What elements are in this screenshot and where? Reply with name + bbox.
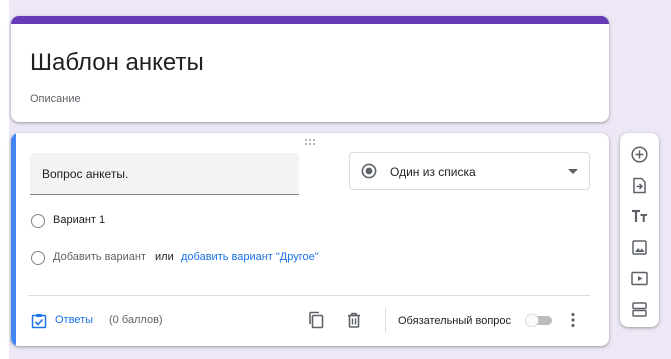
add-option-radio-icon <box>31 251 45 265</box>
points-label: (0 баллов) <box>109 314 163 326</box>
add-image-icon[interactable] <box>630 238 649 257</box>
radio-button-checked-icon <box>361 163 377 179</box>
footer-separator <box>385 308 386 333</box>
question-title-field[interactable]: Вопрос анкеты. <box>30 153 299 195</box>
add-section-icon[interactable] <box>630 300 649 319</box>
question-title-text: Вопрос анкеты. <box>42 167 129 181</box>
add-video-icon[interactable] <box>630 269 649 288</box>
dropdown-caret-icon <box>568 169 578 174</box>
form-title[interactable]: Шаблон анкеты <box>30 48 204 78</box>
question-type-dropdown[interactable]: Один из списка <box>349 152 590 190</box>
option-label[interactable]: Вариант 1 <box>53 214 105 226</box>
question-card[interactable]: Вопрос анкеты. Один из списка Вариант 1 … <box>11 133 609 346</box>
required-toggle[interactable] <box>524 313 554 327</box>
add-option-button[interactable]: Добавить вариант <box>53 251 146 263</box>
duplicate-icon[interactable] <box>307 311 325 329</box>
more-options-icon[interactable] <box>567 311 579 329</box>
option-radio-icon <box>31 214 45 228</box>
answer-key-icon[interactable] <box>31 313 47 329</box>
form-description[interactable]: Описание <box>30 93 81 105</box>
add-question-icon[interactable] <box>630 145 649 164</box>
side-toolbar <box>620 133 659 327</box>
question-type-label: Один из списка <box>390 165 476 179</box>
form-title-card[interactable]: Шаблон анкеты Описание <box>11 16 609 122</box>
drag-handle-icon[interactable] <box>304 138 318 146</box>
add-other-option-link[interactable]: добавить вариант "Другое" <box>181 251 319 263</box>
import-questions-icon[interactable] <box>630 176 649 195</box>
footer-divider <box>28 295 590 296</box>
add-title-icon[interactable] <box>630 207 649 226</box>
active-question-indicator <box>11 133 16 346</box>
delete-icon[interactable] <box>345 311 363 329</box>
or-text: или <box>155 251 174 263</box>
left-margin <box>0 0 9 359</box>
required-label: Обязательный вопрос <box>398 315 512 327</box>
answer-key-button[interactable]: Ответы <box>55 314 93 326</box>
